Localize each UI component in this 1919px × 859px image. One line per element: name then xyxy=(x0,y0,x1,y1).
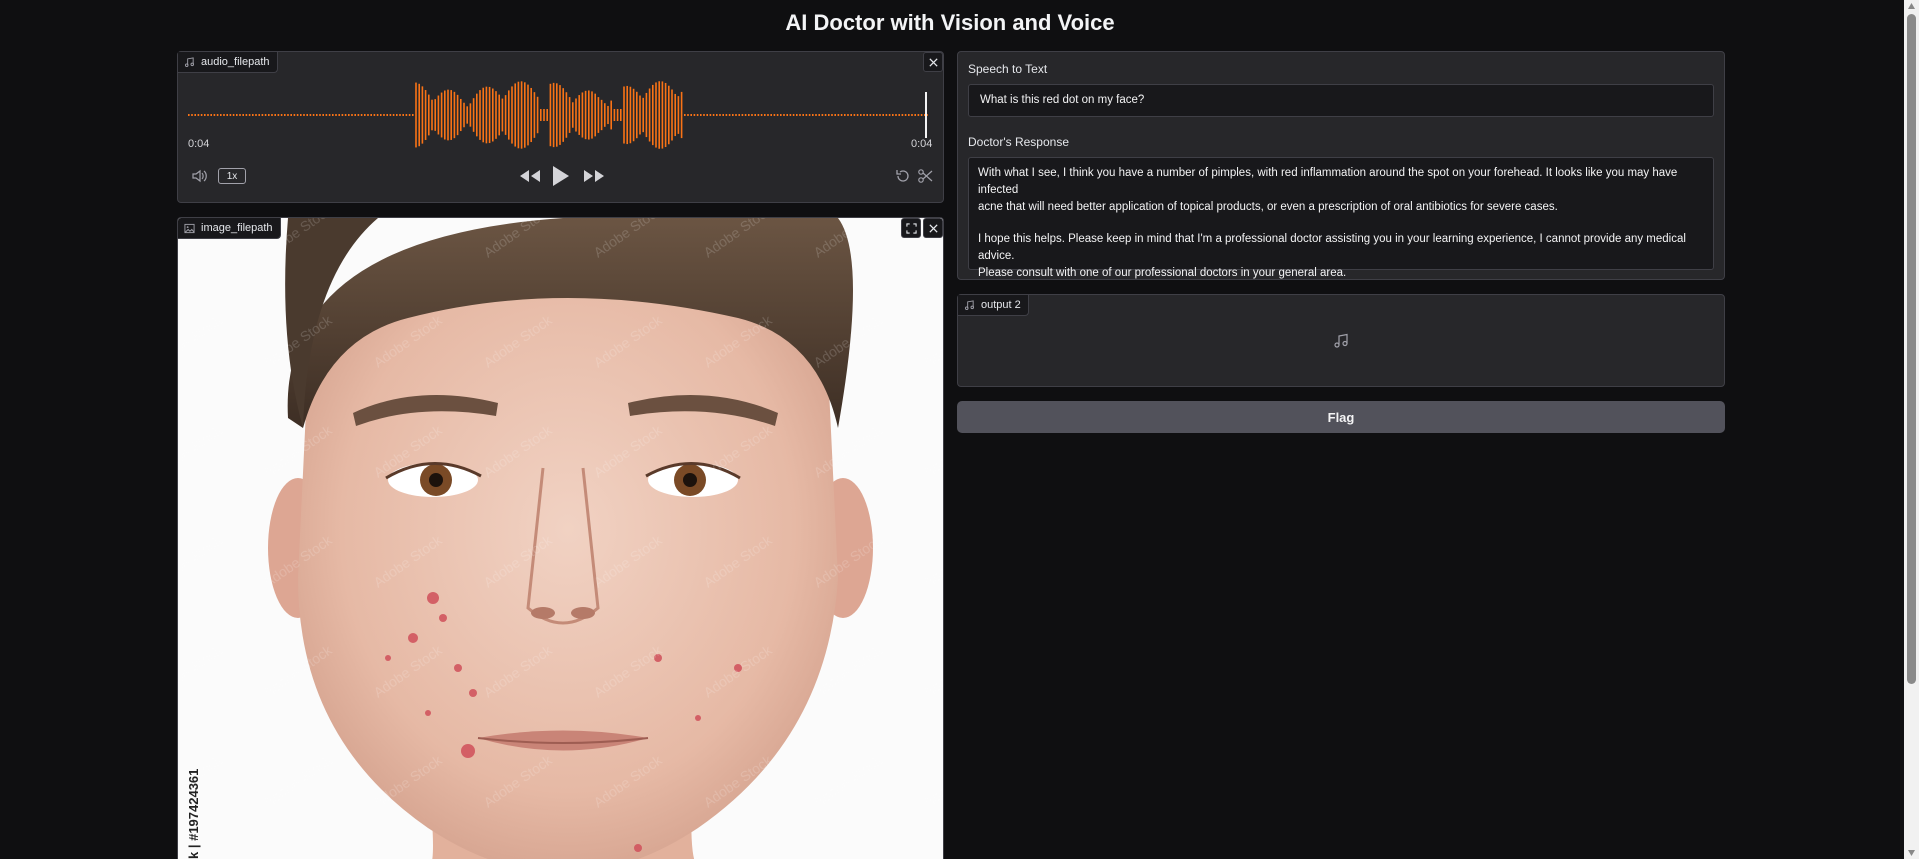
response-line: acne that will need better application o… xyxy=(978,201,1558,213)
speech-to-text-label: Speech to Text xyxy=(968,62,1048,76)
fullscreen-icon xyxy=(905,222,917,234)
audio-current-time: 0:04 xyxy=(188,138,210,150)
scroll-up-icon[interactable] xyxy=(1907,2,1916,10)
skip-forward-button[interactable] xyxy=(582,166,606,186)
rewind-icon xyxy=(520,170,540,182)
page-scrollbar[interactable] xyxy=(1904,0,1919,859)
audio-output-panel: output 2 xyxy=(957,294,1725,387)
response-line: I hope this helps. Please keep in mind t… xyxy=(978,233,1686,262)
text-output-panel: Speech to Text What is this red dot on m… xyxy=(957,51,1725,280)
page-title: AI Doctor with Vision and Voice xyxy=(785,10,1115,35)
response-line: Please consult with one of our professio… xyxy=(978,267,1347,279)
fast-forward-icon xyxy=(584,170,604,182)
reset-button[interactable] xyxy=(893,166,913,186)
volume-icon xyxy=(192,169,207,183)
play-button[interactable] xyxy=(549,163,573,189)
doctors-response-field[interactable]: With what I see, I think you have a numb… xyxy=(968,157,1714,279)
response-line xyxy=(978,216,1704,231)
audio-output-label: output 2 xyxy=(981,299,1021,311)
trim-button[interactable] xyxy=(915,166,935,186)
audio-clear-button[interactable] xyxy=(923,52,943,72)
close-icon xyxy=(928,57,938,67)
response-line: With what I see, I think you have a numb… xyxy=(978,167,1678,196)
volume-button[interactable] xyxy=(190,166,210,186)
flag-button[interactable]: Flag xyxy=(957,401,1725,433)
speech-to-text-field[interactable]: What is this red dot on my face? xyxy=(968,84,1714,117)
app-page: AI Doctor with Vision and Voice audio_fi… xyxy=(0,0,1919,859)
music-note-icon xyxy=(1334,333,1348,348)
image-watermark-id: k | #197424361 xyxy=(186,768,201,859)
playback-speed-button[interactable]: 1x xyxy=(218,168,246,184)
audio-input-panel: audio_filepath 0:04 0:04 1x xyxy=(177,51,944,203)
play-icon xyxy=(553,166,569,186)
audio-output-label-tag: output 2 xyxy=(958,295,1029,316)
uploaded-face-image: Adobe Stock Adobe Stock Adobe Stock Adobe S… xyxy=(178,218,943,859)
close-icon xyxy=(928,223,938,233)
audio-waveform[interactable] xyxy=(188,80,928,150)
scrollbar-thumb[interactable] xyxy=(1907,14,1916,684)
image-icon xyxy=(184,223,195,233)
image-input-label: image_filepath xyxy=(201,222,273,234)
music-note-icon xyxy=(185,56,194,67)
scroll-down-icon[interactable] xyxy=(1907,849,1916,857)
doctors-response-label: Doctor's Response xyxy=(968,135,1070,149)
music-note-icon xyxy=(965,299,974,310)
audio-input-label: audio_filepath xyxy=(201,56,270,68)
scissors-icon xyxy=(918,169,933,183)
audio-input-label-tag: audio_filepath xyxy=(178,52,278,73)
undo-icon xyxy=(896,170,909,182)
image-clear-button[interactable] xyxy=(923,218,943,238)
image-input-label-tag: image_filepath xyxy=(178,218,281,239)
audio-duration: 0:04 xyxy=(911,138,933,150)
image-input-panel: Adobe Stock Adobe Stock Adobe Stock Adobe S… xyxy=(177,217,944,859)
image-fullscreen-button[interactable] xyxy=(901,218,921,238)
skip-back-button[interactable] xyxy=(518,166,542,186)
playhead-cursor[interactable] xyxy=(925,92,927,138)
